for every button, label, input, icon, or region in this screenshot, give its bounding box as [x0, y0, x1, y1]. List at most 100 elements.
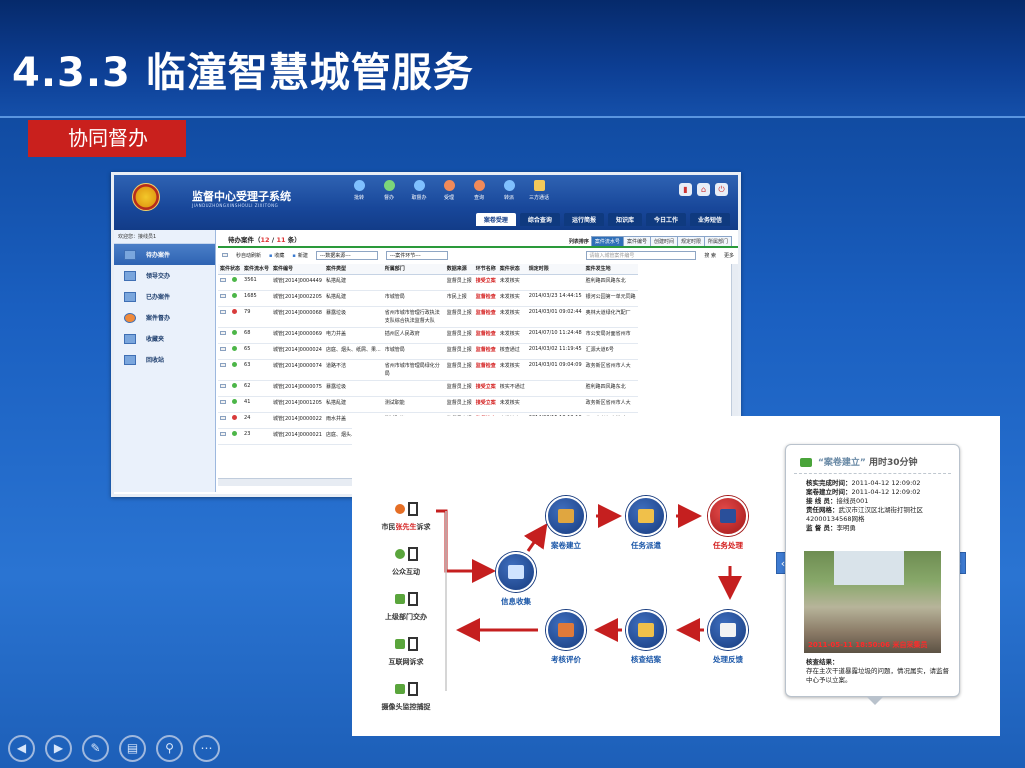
column-header[interactable]: 案件编号	[271, 264, 324, 275]
new-button[interactable]: 新建	[292, 252, 308, 259]
table-row[interactable]: 68 城管[2014]0000069 电力井盖 插州区人民政府 监督员上报 监督检查 未发核…	[218, 327, 638, 344]
sort-label: 列表排序	[568, 239, 589, 245]
sidebar-item-recycle[interactable]: 回收站	[114, 349, 215, 370]
tab-sms[interactable]: 业务短信	[689, 213, 730, 226]
tool-reassign[interactable]: 转派	[494, 180, 524, 201]
more-button[interactable]: 更多	[724, 252, 734, 259]
table-row[interactable]: 1685 城管[2014]0002205 私搭乱建 市城管局 市民上报 监督检查 未发核实 2…	[218, 290, 638, 307]
column-header[interactable]: 数据来源	[444, 264, 474, 275]
phone-device-icon[interactable]: ▮	[679, 183, 692, 196]
next-slide-button[interactable]: ▶	[45, 735, 72, 762]
table-row[interactable]: 63 城管[2014]0000074 道路不洁 省州市城市管理局绿化分局 监督员上报 监督…	[218, 359, 638, 381]
column-header[interactable]: 案件状态	[497, 264, 527, 275]
computer-icon	[394, 639, 405, 649]
table-row[interactable]: 65 城管[2014]0000024 店庭、烟头、纸屑、果... 市城管局 监督员上报监…	[218, 343, 638, 360]
envelope-icon	[220, 277, 226, 282]
cell-type: 暴露垃圾	[323, 306, 383, 328]
tool-accept[interactable]: 受理	[434, 180, 464, 201]
column-header[interactable]: 案件流水号	[242, 264, 272, 275]
detail-line: 接 线 员：接线员001	[806, 497, 869, 505]
cell-code: 城管[2014]0000021	[271, 428, 324, 445]
tab-today[interactable]: 今日工作	[645, 213, 686, 226]
tool-cancel-supervise[interactable]: 取督办	[404, 180, 434, 201]
table-row[interactable]: 3561 城管[2014]0004449 私搭乱建 监督员上报 接受立案 未发核实 胜利路四…	[218, 274, 638, 291]
cell-code: 城管[2014]0001205	[271, 396, 324, 413]
node-evaluate	[546, 610, 586, 650]
channel-camera: 摄像头监控捕捉	[376, 678, 436, 712]
column-header[interactable]: 案件发生地	[583, 264, 638, 275]
tool-transfer[interactable]: 批转	[344, 180, 374, 201]
case-info-card: “案卷建立” 用时30分钟 核实完成时间：2011-04-12 12:09:02…	[785, 444, 960, 697]
query-icon	[473, 180, 485, 191]
cell-stage: 监督检查	[473, 327, 498, 344]
cell-time	[526, 396, 584, 413]
cell-seq: 1685	[242, 290, 272, 307]
cell-status: 核查通过	[497, 343, 527, 360]
table-row[interactable]: 62 城管[2014]0000075 暴露垃圾 监督员上报 接受立案 核实不通过 胜利路四风…	[218, 380, 638, 397]
home-icon[interactable]: ⌂	[697, 183, 710, 196]
checkbox[interactable]	[222, 253, 228, 257]
sidebar-item-leader[interactable]: 领导交办	[114, 265, 215, 286]
power-icon[interactable]: ⏻	[715, 183, 728, 196]
bar-chart-icon	[558, 623, 574, 637]
tab-knowledge[interactable]: 知识库	[607, 213, 642, 226]
prev-slide-button[interactable]: ◀	[8, 735, 35, 762]
tool-query[interactable]: 查询	[464, 180, 494, 201]
window-controls: ▮ ⌂ ⏻	[679, 183, 728, 196]
cell-src: 监督员上报	[444, 306, 474, 328]
column-header[interactable]: 规定时限	[526, 264, 584, 275]
tab-case-accept[interactable]: 案卷受理	[475, 213, 516, 226]
tool-supervise[interactable]: 督办	[374, 180, 404, 201]
search-input[interactable]: 请输入城管案件编号	[586, 250, 697, 260]
table-row[interactable]: 41 城管[2014]0001205 私搭乱建 测试职能 监督员上报 接受立案 未发核实 政务…	[218, 396, 638, 413]
envelope-icon	[124, 270, 136, 281]
search-button[interactable]: 搜 索	[704, 252, 716, 259]
node-create	[546, 496, 586, 536]
sidebar-item-done[interactable]: 已办案件	[114, 286, 215, 307]
card-pointer	[867, 697, 883, 705]
reassign-icon	[503, 180, 515, 191]
tab-query[interactable]: 综合查询	[519, 213, 560, 226]
card-result: 核查结果： 存在主次干道暴露垃圾的问题，情况属实，请监督中心予以立案。	[806, 658, 949, 684]
cell-time: 2014/07/10 11:24:48	[526, 327, 584, 344]
toolbar-actions: 批转 督办 取督办 受理 查询 转派 三方通话	[344, 180, 554, 201]
stage-select[interactable]: ---案件环节---	[385, 250, 448, 260]
column-header[interactable]: 案件状态	[218, 264, 243, 275]
pen-button[interactable]: ✎	[82, 735, 109, 762]
slides-button[interactable]: ▤	[119, 735, 146, 762]
table-row[interactable]: 79 城管[2014]0000068 暴露垃圾 省州市城市管理行政执法支队综合执法监督…	[218, 306, 638, 328]
sidebar-item-pending[interactable]: 待办案件	[114, 244, 215, 265]
column-header[interactable]: 环节名称	[473, 264, 498, 275]
cell-place: 汇源大道6号	[583, 343, 638, 360]
app-header: 监督中心受理子系统 JIANDUZHONGXINSHOULI ZIXITONG …	[114, 175, 738, 230]
sidebar-item-favorites[interactable]: 收藏夹	[114, 328, 215, 349]
source-select[interactable]: ---数据来源---	[315, 250, 378, 260]
done-icon	[124, 291, 136, 302]
sidebar: 欢迎您：接线员1 待办案件 领导交办 已办案件 案件督办 收藏夹 回收站	[114, 230, 216, 492]
folder-icon	[638, 509, 654, 523]
tool-three-way-call[interactable]: 三方通话	[524, 180, 554, 201]
document-icon	[407, 682, 418, 696]
status-light-icon	[232, 414, 237, 420]
channel-internet: 互联网诉求	[376, 633, 436, 667]
cell-seq: 79	[242, 306, 272, 328]
cell-stage: 监督检查	[473, 306, 498, 328]
cell-type: 道路不洁	[323, 359, 383, 381]
cell-place: 市公安局对面省州市	[583, 327, 638, 344]
auto-refresh[interactable]: 秒自动刷新	[236, 252, 261, 259]
cell-src: 市民上报	[444, 290, 474, 307]
more-options-button[interactable]: ⋯	[193, 735, 220, 762]
column-header[interactable]: 案件类型	[323, 264, 383, 275]
column-header[interactable]: 所属部门	[382, 264, 445, 275]
tab-report[interactable]: 运行简报	[563, 213, 604, 226]
node-collect	[496, 552, 536, 592]
page-title: 待办案件（12 / 11 条）	[228, 236, 301, 244]
cell-src: 监督员上报	[444, 380, 474, 397]
node-feedback	[708, 610, 748, 650]
sidebar-item-supervise[interactable]: 案件督办	[114, 307, 215, 328]
cell-status: 未发核实	[497, 290, 527, 307]
collect-button[interactable]: 收藏	[269, 252, 284, 259]
label-evaluate: 考核评价	[551, 655, 581, 664]
zoom-button[interactable]: ⚲	[156, 735, 183, 762]
cell-place: 银河公园第一单元同路	[583, 290, 638, 307]
